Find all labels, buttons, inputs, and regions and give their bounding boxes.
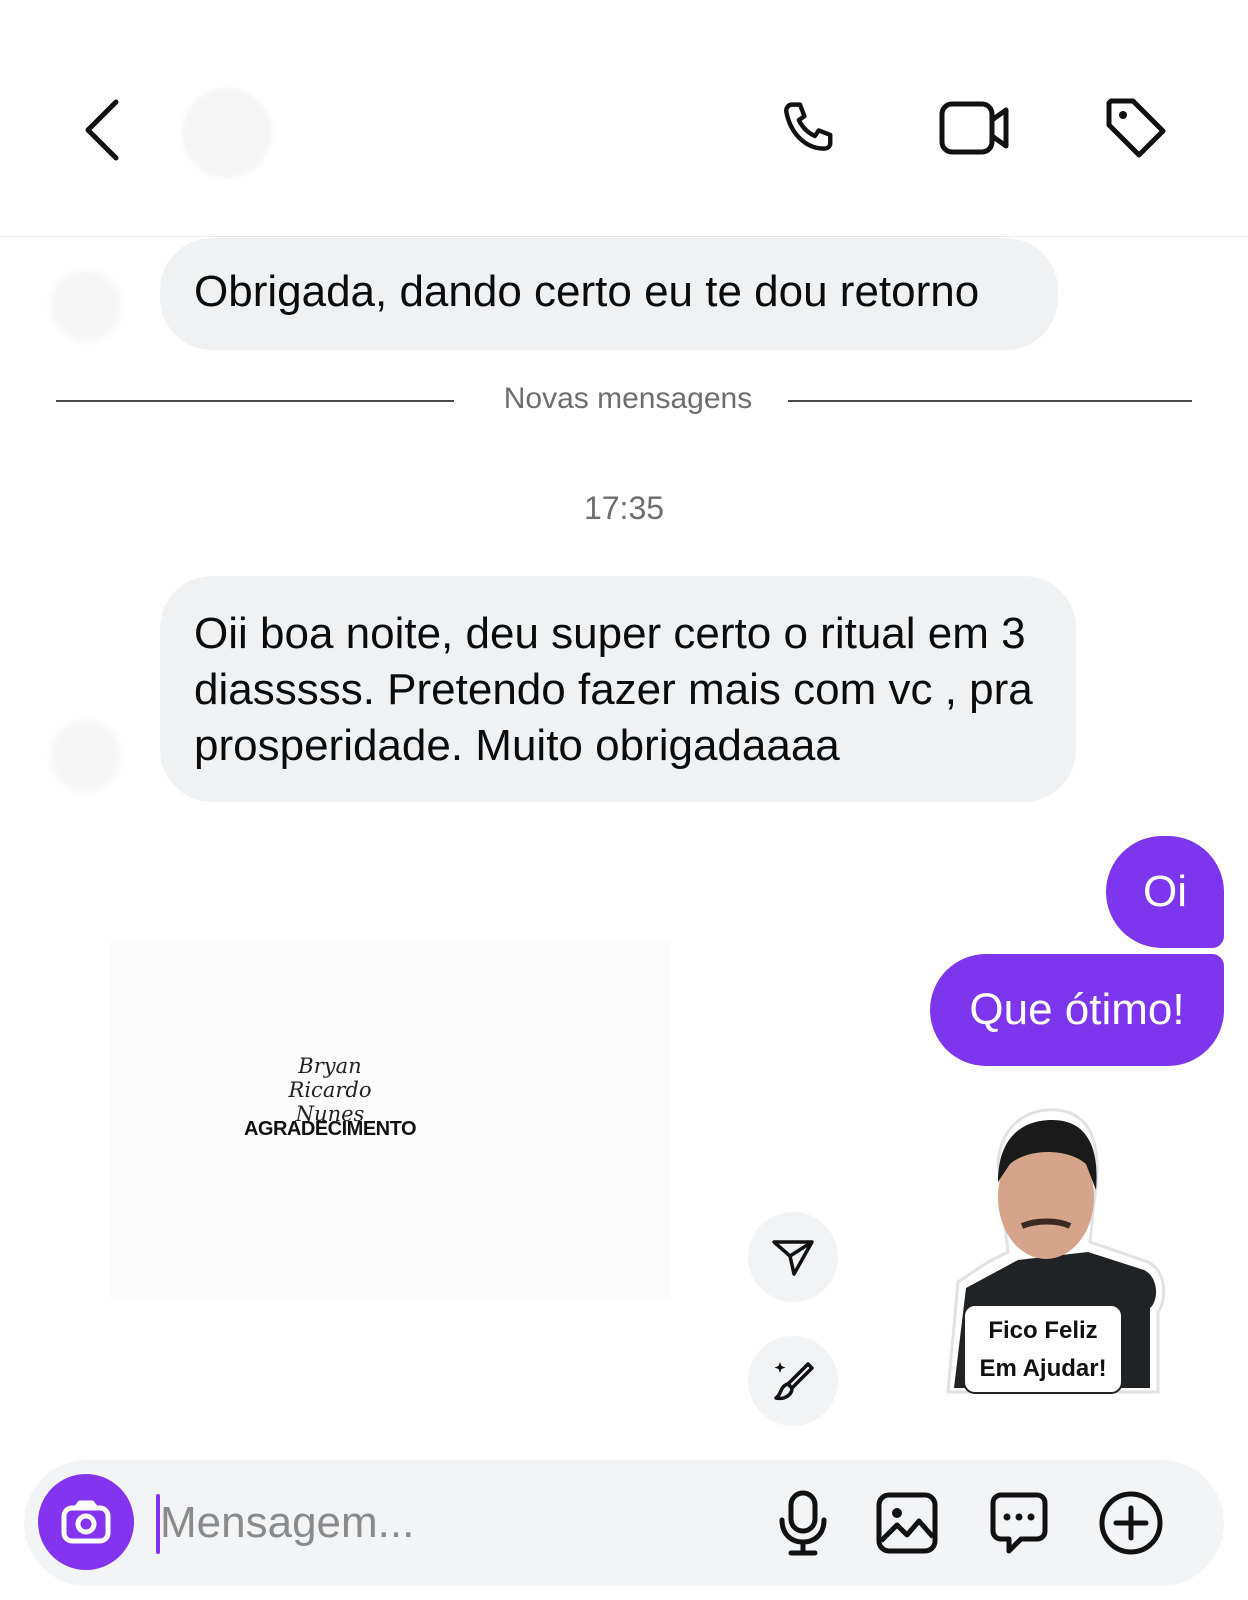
chat-bubble-icon — [990, 1492, 1048, 1554]
sticker-subtitle: AGRADECIMENTO — [243, 1118, 417, 1140]
video-camera-icon — [939, 101, 1009, 155]
message-input[interactable] — [160, 1490, 720, 1556]
camera-button[interactable] — [38, 1474, 134, 1570]
phone-icon — [784, 102, 833, 151]
incoming-message[interactable]: Obrigada, dando certo eu te dou retorno — [160, 238, 1058, 350]
call-button[interactable] — [775, 92, 847, 164]
more-options-button[interactable] — [1096, 1488, 1166, 1558]
sticker-button[interactable] — [984, 1488, 1054, 1558]
send-icon — [772, 1240, 814, 1276]
sticker-signature: Bryan Ricardo Nunes — [260, 1054, 400, 1126]
tag-icon — [1106, 98, 1166, 158]
sender-avatar[interactable] — [50, 270, 122, 342]
incoming-message[interactable]: Oii boa noite, deu super certo o ritual … — [160, 576, 1076, 802]
magic-brush-icon — [774, 1362, 814, 1401]
tag-button[interactable] — [1100, 92, 1172, 164]
voice-message-button[interactable] — [768, 1488, 838, 1558]
sticker-caption-line-1: Fico Feliz — [988, 1317, 1098, 1344]
ai-edit-button[interactable] — [748, 1336, 838, 1426]
gallery-button[interactable] — [872, 1488, 942, 1558]
share-button[interactable] — [748, 1212, 838, 1302]
signature-line-1: Bryan Ricardo — [288, 1054, 372, 1102]
chevron-left-icon — [85, 99, 119, 161]
timestamp: 17:35 — [583, 490, 665, 526]
chat-header — [0, 0, 1248, 237]
divider-line-right — [788, 400, 1192, 402]
back-button[interactable] — [72, 90, 132, 170]
sender-avatar[interactable] — [50, 720, 122, 792]
gallery-icon — [876, 1492, 938, 1554]
video-call-button[interactable] — [935, 92, 1015, 164]
outgoing-message[interactable]: Que ótimo! — [930, 954, 1224, 1066]
plus-icon — [1099, 1491, 1163, 1555]
sticker-caption: Fico Feliz Em Ajudar! — [963, 1304, 1123, 1394]
camera-icon — [61, 1500, 111, 1544]
microphone-icon — [779, 1490, 827, 1556]
contact-avatar[interactable] — [182, 88, 272, 178]
sticker-caption-line-2: Em Ajudar! — [979, 1355, 1107, 1382]
divider-line-left — [56, 400, 454, 402]
new-messages-label: Novas mensagens — [503, 382, 753, 415]
outgoing-message[interactable]: Oi — [1106, 836, 1224, 948]
